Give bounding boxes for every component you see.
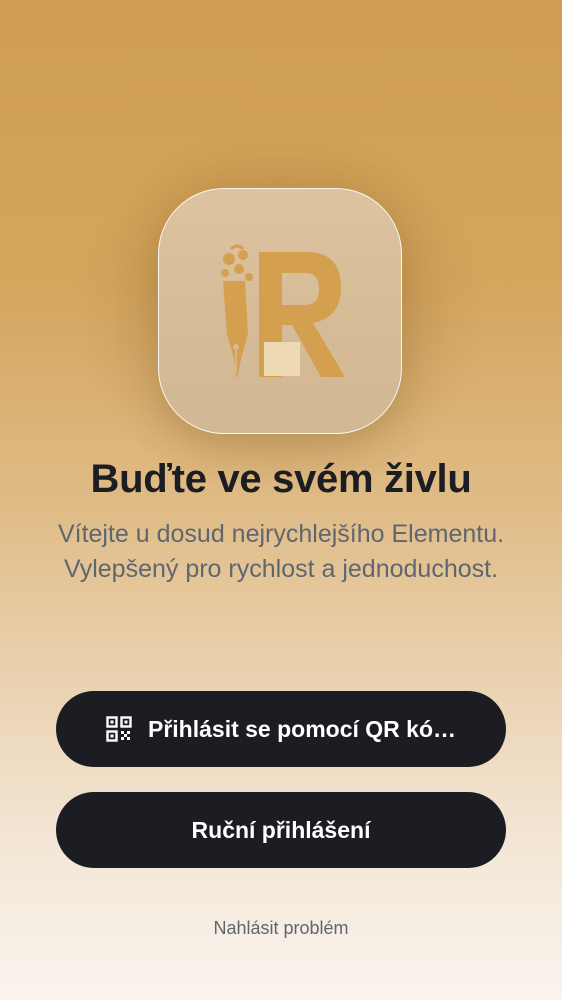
welcome-screen: Buďte ve svém živlu Vítejte u dosud nejr… xyxy=(0,0,562,1000)
manual-login-button[interactable]: Ruční přihlášení xyxy=(56,792,506,868)
report-problem-link[interactable]: Nahlásit problém xyxy=(0,918,562,939)
qr-login-button[interactable]: Přihlásit se pomocí QR kó… xyxy=(56,691,506,767)
element-logo-icon xyxy=(221,244,345,379)
welcome-headline: Buďte ve svém živlu xyxy=(90,457,472,501)
welcome-subtitle-line-1: Vítejte u dosud nejrychlejšího Elementu. xyxy=(57,520,505,548)
qr-login-label: Přihlásit se pomocí QR kó… xyxy=(147,715,457,742)
welcome-subtitle: Vítejte u dosud nejrychlejšího Elementu.… xyxy=(20,517,542,587)
qr-code-icon xyxy=(106,716,132,742)
manual-login-label: Ruční přihlášení xyxy=(191,816,371,843)
welcome-subtitle-line-2: Vylepšený pro rychlost a jednoduchost. xyxy=(63,555,499,583)
app-logo xyxy=(158,188,402,434)
